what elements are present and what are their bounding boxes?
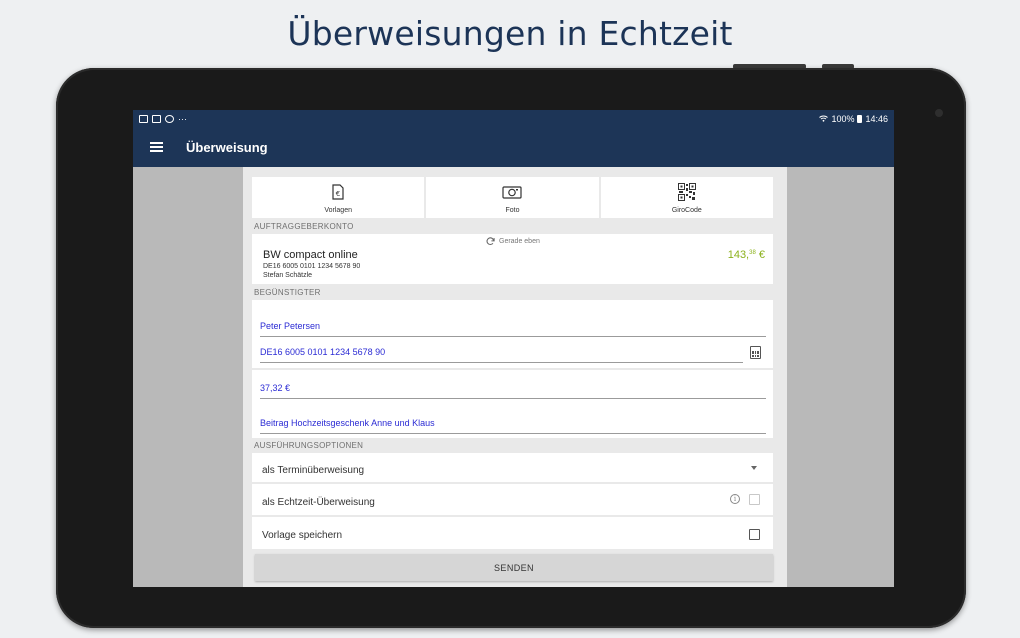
- dropdown-arrow-icon: [751, 466, 757, 470]
- wifi-icon: [819, 114, 829, 124]
- schedule-dropdown[interactable]: als Terminüberweisung: [252, 453, 773, 482]
- camera-icon: [935, 109, 943, 117]
- notification-icon: [152, 114, 161, 123]
- instant-transfer-row: als Echtzeit-Überweisung i: [252, 484, 773, 515]
- more-notifications-icon: ···: [178, 113, 187, 124]
- transfer-form: € Vorlagen Foto GiroCode AUFTRAGGEBERKON…: [243, 167, 787, 587]
- account-iban: DE16 6005 0101 1234 5678 90: [263, 263, 361, 270]
- options-section-label: AUSFÜHRUNGSOPTIONEN: [254, 441, 364, 450]
- camera-icon: [502, 183, 523, 200]
- quick-actions: € Vorlagen Foto GiroCode: [252, 177, 773, 218]
- photo-button[interactable]: Foto: [426, 177, 599, 218]
- clock: 14:46: [865, 113, 888, 124]
- purpose-field[interactable]: Beitrag Hochzeitsgeschenk Anne und Klaus: [260, 404, 766, 434]
- refresh-icon: [486, 237, 495, 246]
- send-button[interactable]: SENDEN: [255, 554, 773, 581]
- qr-code-icon: [677, 182, 696, 201]
- status-bar: ··· 100% 14:46: [133, 110, 894, 127]
- refresh-label: Gerade eben: [499, 238, 540, 245]
- amount-field[interactable]: 37,32 €: [260, 369, 766, 399]
- schedule-label: als Terminüberweisung: [262, 465, 365, 476]
- beneficiary-name-value: Peter Petersen: [260, 321, 321, 331]
- execution-options: als Terminüberweisung als Echtzeit-Überw…: [252, 453, 773, 549]
- account-name: BW compact online: [263, 249, 358, 261]
- beneficiary-iban-value: DE16 6005 0101 1234 5678 90: [260, 347, 386, 357]
- account-holder: Stefan Schätzle: [263, 272, 313, 279]
- sender-section-label: AUFTRAGGEBERKONTO: [254, 222, 354, 231]
- app-bar-title: Überweisung: [186, 139, 268, 155]
- girocode-label: GiroCode: [671, 207, 702, 214]
- battery-percent: 100%: [831, 113, 855, 124]
- sender-account-card[interactable]: Gerade eben BW compact online DE16 6005 …: [252, 234, 773, 284]
- device-screen: ··· 100% 14:46 Überweisung € Vorlagen Fo…: [133, 110, 894, 587]
- menu-icon[interactable]: [150, 142, 163, 152]
- save-template-row: Vorlage speichern: [252, 517, 773, 549]
- account-balance: 143,38 €: [727, 249, 765, 261]
- girocode-button[interactable]: GiroCode: [600, 177, 773, 218]
- beneficiary-iban-field[interactable]: DE16 6005 0101 1234 5678 90: [260, 333, 743, 363]
- photo-label: Foto: [505, 207, 520, 214]
- templates-label: Vorlagen: [324, 207, 352, 214]
- info-icon[interactable]: i: [730, 494, 740, 504]
- calculator-icon[interactable]: [750, 346, 761, 359]
- beneficiary-card: Peter Petersen DE16 6005 0101 1234 5678 …: [252, 300, 773, 438]
- at-icon: [165, 114, 174, 123]
- app-bar: Überweisung: [133, 127, 894, 167]
- template-euro-icon: €: [332, 183, 344, 200]
- save-template-checkbox[interactable]: [749, 529, 760, 540]
- save-template-label: Vorlage speichern: [262, 530, 343, 541]
- templates-button[interactable]: € Vorlagen: [252, 177, 425, 218]
- instant-transfer-label: als Echtzeit-Überweisung: [262, 497, 375, 508]
- beneficiary-section-label: BEGÜNSTIGTER: [254, 288, 321, 297]
- svg-text:€: €: [336, 190, 340, 198]
- page-headline: Überweisungen in Echtzeit: [287, 14, 733, 53]
- amount-value: 37,32 €: [260, 383, 291, 393]
- purpose-value: Beitrag Hochzeitsgeschenk Anne und Klaus: [260, 418, 435, 428]
- battery-icon: [857, 114, 863, 123]
- refresh-status[interactable]: Gerade eben: [486, 237, 540, 246]
- instant-transfer-checkbox[interactable]: [749, 494, 760, 505]
- mail-icon: [139, 114, 148, 123]
